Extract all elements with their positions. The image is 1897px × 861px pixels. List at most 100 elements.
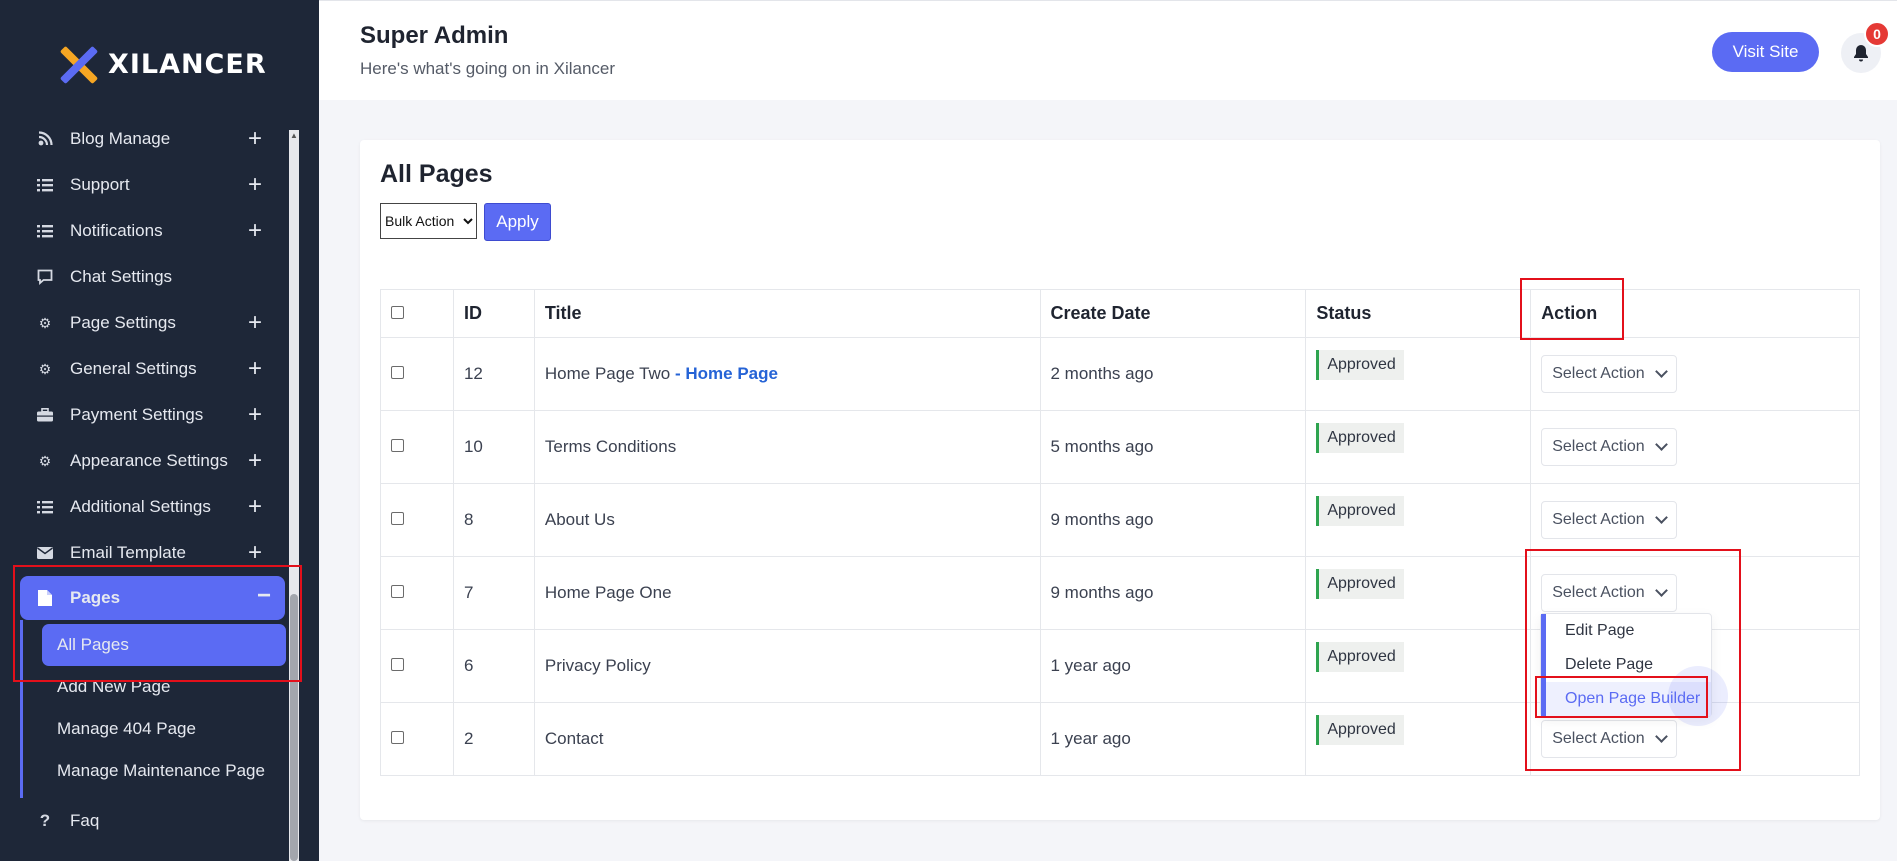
sidebar-item-chat-settings[interactable]: Chat Settings [0, 254, 290, 300]
sidebar-item-label: General Settings [70, 359, 197, 378]
select-action-dropdown[interactable]: Select Action [1541, 355, 1677, 393]
row-checkbox[interactable] [391, 585, 404, 598]
row-title: Privacy Policy [533, 629, 1041, 703]
bulk-action-select[interactable]: Bulk Action [380, 203, 477, 239]
brand-logo[interactable]: XILANCER [58, 42, 267, 86]
row-date: 2 months ago [1039, 337, 1307, 411]
status-badge: Approved [1316, 715, 1404, 745]
status-badge: Approved [1316, 569, 1404, 599]
select-action-label: Select Action [1552, 438, 1645, 455]
scroll-up-arrow-icon[interactable]: ▲ [289, 130, 299, 142]
sidebar-item-blog-manage[interactable]: Blog Manage + [0, 116, 290, 162]
annotation-box-action-header [1520, 278, 1624, 340]
row-id: 12 [452, 337, 535, 411]
sidebar-item-label: Faq [70, 811, 100, 830]
row-title: Home Page One [533, 556, 1041, 630]
list-icon [36, 222, 54, 240]
sidebar-item-support[interactable]: Support + [0, 162, 290, 208]
mail-icon [36, 544, 54, 562]
column-header-status: Status [1305, 289, 1532, 338]
briefcase-icon [36, 406, 54, 424]
row-title: Contact [533, 702, 1041, 776]
row-checkbox[interactable] [391, 366, 404, 379]
sidebar-item-label: Chat Settings [70, 267, 173, 286]
expand-plus-icon[interactable]: + [248, 127, 262, 151]
expand-plus-icon[interactable]: + [248, 495, 262, 519]
expand-plus-icon[interactable]: + [248, 357, 262, 381]
row-checkbox[interactable] [391, 512, 404, 525]
row-date: 9 months ago [1039, 556, 1307, 630]
page-title: Super Admin [360, 22, 509, 49]
sidebar-item-general-settings[interactable]: ⚙ General Settings + [0, 346, 290, 392]
gear-icon: ⚙ [38, 314, 52, 331]
visit-site-button[interactable]: Visit Site [1712, 32, 1819, 72]
select-all-checkbox[interactable] [391, 306, 404, 319]
row-id: 6 [452, 629, 535, 703]
top-header: Super Admin Here's what's going on in Xi… [319, 0, 1897, 100]
select-action-dropdown[interactable]: Select Action [1541, 501, 1677, 539]
row-title: Terms Conditions [533, 410, 1041, 484]
sidebar-menu: Blog Manage + Support + Notifications + … [0, 116, 290, 844]
expand-plus-icon[interactable]: + [248, 311, 262, 335]
sidebar-subitem-manage-404-page[interactable]: Manage 404 Page [23, 708, 290, 750]
sidebar-item-label: Support [70, 175, 130, 194]
home-page-tag: - Home Page [675, 364, 778, 383]
status-badge: Approved [1316, 642, 1404, 672]
row-id: 8 [452, 483, 535, 557]
annotation-box-open-page-builder [1535, 676, 1708, 718]
annotation-box-pages-menu [13, 565, 302, 682]
status-badge: Approved [1316, 423, 1404, 453]
gear-icon: ⚙ [38, 452, 52, 469]
list-icon [36, 176, 54, 194]
row-checkbox[interactable] [391, 731, 404, 744]
sidebar-item-label: Additional Settings [70, 497, 211, 516]
select-action-label: Select Action [1552, 511, 1645, 528]
sidebar: XILANCER Blog Manage + Support + Notific… [0, 0, 319, 861]
chevron-down-icon [1654, 438, 1668, 451]
select-action-dropdown[interactable]: Select Action [1541, 428, 1677, 466]
row-checkbox[interactable] [391, 658, 404, 671]
apply-button[interactable]: Apply [484, 203, 551, 241]
row-id: 2 [452, 702, 535, 776]
sidebar-item-label: Appearance Settings [70, 451, 228, 470]
row-title-cell: Home Page Two - Home Page [533, 337, 1041, 411]
sidebar-item-page-settings[interactable]: ⚙ Page Settings + [0, 300, 290, 346]
sidebar-item-faq[interactable]: ? Faq [0, 798, 290, 844]
sidebar-item-notifications[interactable]: Notifications + [0, 208, 290, 254]
row-id: 10 [452, 410, 535, 484]
section-title: All Pages [380, 160, 493, 188]
chevron-down-icon [1654, 365, 1668, 378]
sidebar-item-label: Blog Manage [70, 129, 171, 148]
expand-plus-icon[interactable]: + [248, 173, 262, 197]
sidebar-item-label: Page Settings [70, 313, 176, 332]
sidebar-item-additional-settings[interactable]: Additional Settings + [0, 484, 290, 530]
row-date: 5 months ago [1039, 410, 1307, 484]
brand-name: XILANCER [108, 48, 267, 80]
row-id: 7 [452, 556, 535, 630]
sidebar-subitem-manage-maintenance-page[interactable]: Manage Maintenance Page [23, 750, 290, 792]
table-row: 8 About Us 9 months ago Approved Select … [380, 483, 1860, 557]
page-subtitle: Here's what's going on in Xilancer [360, 59, 616, 78]
row-title: Home Page Two [544, 364, 671, 383]
sidebar-item-label: Notifications [70, 221, 163, 240]
table-row: 12 Home Page Two - Home Page 2 months ag… [380, 337, 1860, 411]
chat-icon [36, 268, 54, 286]
sidebar-item-appearance-settings[interactable]: ⚙ Appearance Settings + [0, 438, 290, 484]
expand-plus-icon[interactable]: + [248, 541, 262, 565]
notification-count-badge: 0 [1864, 21, 1890, 47]
row-checkbox[interactable] [391, 439, 404, 452]
row-date: 1 year ago [1039, 629, 1307, 703]
gear-icon: ⚙ [38, 360, 52, 377]
row-title: About Us [533, 483, 1041, 557]
table-header-row: ID Title Create Date Status Action [380, 289, 1860, 338]
status-badge: Approved [1316, 496, 1404, 526]
sidebar-item-payment-settings[interactable]: Payment Settings + [0, 392, 290, 438]
blog-icon [36, 130, 54, 148]
expand-plus-icon[interactable]: + [248, 403, 262, 427]
expand-plus-icon[interactable]: + [248, 449, 262, 473]
column-header-create-date: Create Date [1039, 289, 1307, 338]
sidebar-item-label: Payment Settings [70, 405, 204, 424]
column-header-title: Title [533, 289, 1041, 338]
chevron-down-icon [1654, 511, 1668, 524]
expand-plus-icon[interactable]: + [248, 219, 262, 243]
